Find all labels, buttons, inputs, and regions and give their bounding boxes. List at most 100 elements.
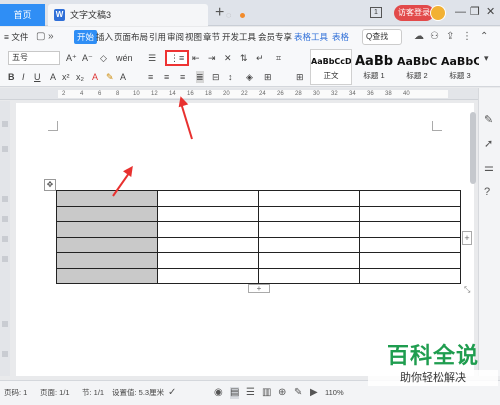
justify-icon[interactable]: ≣ [196,71,204,83]
clear-format-icon[interactable]: ◇ [100,52,107,64]
file-menu[interactable]: ≡ 文件 [4,30,28,44]
menu-tab-table-tools[interactable]: 表格工具 [294,30,328,44]
table-cell[interactable] [359,190,461,207]
minimize-button[interactable]: — [455,4,466,20]
add-column-button[interactable]: + [462,231,472,245]
table-resize-handle[interactable]: ⤡ [464,285,470,295]
table-cell[interactable] [157,205,259,222]
menu-tab-table-style[interactable]: 表格 [332,30,349,44]
superscript-icon[interactable]: x² [62,71,70,83]
phonetic-icon[interactable]: wén [116,52,133,64]
table-move-handle[interactable]: ✥ [44,179,56,191]
underline-icon[interactable]: U [34,71,41,83]
table-cell[interactable] [157,236,259,253]
table-cell[interactable] [258,252,360,269]
document-page[interactable]: ✥ + + ⤡ [16,103,474,376]
page-view-icon[interactable]: ▤ [230,387,240,399]
avatar[interactable] [430,5,446,21]
menu-tab-view[interactable]: 视图 [185,30,202,44]
style-heading-3[interactable]: AaBbC 标题 3 [440,49,480,85]
visitor-login-button[interactable]: 访客登录 [394,5,434,21]
menu-tab-reference[interactable]: 引用 [149,30,166,44]
table-cell[interactable] [157,221,259,238]
vertical-ruler[interactable] [0,101,10,376]
menu-tab-review[interactable]: 审阅 [167,30,184,44]
menu-tab-chapter[interactable]: 章节 [203,30,220,44]
align-center-icon[interactable]: ≡ [164,71,169,83]
char-shading-icon[interactable]: A [120,71,126,83]
show-marks-icon[interactable]: ↵ [256,52,264,64]
cloud-icon[interactable]: ☁ [414,31,424,43]
horizontal-ruler[interactable]: 2 4 6 8 10 12 14 16 18 20 22 24 26 28 30… [0,88,478,100]
bold-icon[interactable]: B [8,71,15,83]
italic-icon[interactable]: I [22,71,25,83]
table-cell[interactable] [258,221,360,238]
style-heading-2[interactable]: AaBbC 标题 2 [396,49,438,85]
table-cell[interactable] [157,267,259,284]
status-setting-value[interactable]: 设置值: 5.3厘米 [112,388,164,398]
table-cell[interactable] [258,267,360,284]
adjust-icon[interactable]: ⚌ [484,162,494,174]
menu-tab-home[interactable]: 开始 [74,30,98,44]
shading-icon[interactable]: ◈ [246,71,253,83]
styles-more-icon[interactable]: ▾ [484,52,489,64]
more-icon[interactable]: » [48,31,54,43]
restore-button[interactable]: ❐ [470,4,480,20]
window-count-badge[interactable]: 1 [370,7,382,18]
strikethrough-icon[interactable]: A [50,71,56,83]
style-heading-1[interactable]: AaBb 标题 1 [354,49,394,85]
line-spacing-icon[interactable]: ↕ [228,71,233,83]
add-row-button[interactable]: + [248,284,270,293]
collab-icon[interactable]: ⚇ [430,31,439,43]
new-tab-button[interactable]: + [215,3,224,23]
comment-bubble-icon[interactable]: ◌ [226,10,231,20]
outline-view-icon[interactable]: ☰ [246,387,255,399]
table-cell[interactable] [359,221,461,238]
para-settings-icon[interactable]: ⌗ [276,52,281,64]
zoom-level[interactable]: 110% [325,388,344,398]
vertical-scrollbar[interactable] [470,112,476,184]
play-icon[interactable]: ▶ [310,387,318,399]
edit-pen-icon[interactable]: ✎ [484,114,493,126]
subscript-icon[interactable]: x₂ [76,71,84,83]
highlight-icon[interactable]: ✎ [106,71,114,83]
table-cell[interactable] [359,252,461,269]
close-window-button[interactable]: ✕ [486,4,495,20]
bullet-list-icon[interactable]: ☰ [148,52,156,64]
shrink-font-icon[interactable]: A⁻ [82,52,93,64]
table-cell[interactable] [258,236,360,253]
table-cell-selected[interactable] [56,236,158,253]
table-cell[interactable] [359,236,461,253]
table-border-icon[interactable]: ⊞ [296,71,304,83]
save-icon[interactable]: ▢ [36,31,45,43]
document-table[interactable] [56,190,461,284]
table-cell[interactable] [258,205,360,222]
menu-tab-insert[interactable]: 插入 [96,30,113,44]
search-button[interactable]: Q查找 [362,29,402,45]
web-view-icon[interactable]: ⊕ [278,387,286,399]
home-tab[interactable]: 首页 [0,4,45,26]
font-size-select[interactable]: 五号 [8,51,60,65]
grow-font-icon[interactable]: A⁺ [66,52,77,64]
help-icon[interactable]: ? [484,186,490,198]
table-cell-selected[interactable] [56,205,158,222]
font-color-icon[interactable]: A [92,71,98,83]
table-cell-selected[interactable] [56,221,158,238]
distributed-icon[interactable]: ⊟ [212,71,220,83]
table-cell-selected[interactable] [56,252,158,269]
numbered-list-icon[interactable]: ⋮≡ [170,52,184,64]
write-view-icon[interactable]: ✎ [294,387,302,399]
collapse-ribbon-icon[interactable]: ⌃ [480,31,488,43]
status-pages[interactable]: 页面: 1/1 [40,388,70,398]
menu-tab-dev-tools[interactable]: 开发工具 [222,30,256,44]
decrease-indent-icon[interactable]: ⇤ [192,52,200,64]
menu-tab-page-layout[interactable]: 页面布局 [114,30,148,44]
spell-check-icon[interactable]: ✓ [168,387,176,399]
menu-tab-member[interactable]: 会员专享 [258,30,292,44]
share-icon[interactable]: ⇪ [446,31,454,43]
document-tab[interactable]: W 文字文稿3 ◌ [48,4,245,26]
align-right-icon[interactable]: ≡ [180,71,185,83]
table-cell[interactable] [258,190,360,207]
sort-icon[interactable]: ⇅ [240,52,248,64]
style-normal[interactable]: AaBbCcDd 正文 [310,49,352,85]
